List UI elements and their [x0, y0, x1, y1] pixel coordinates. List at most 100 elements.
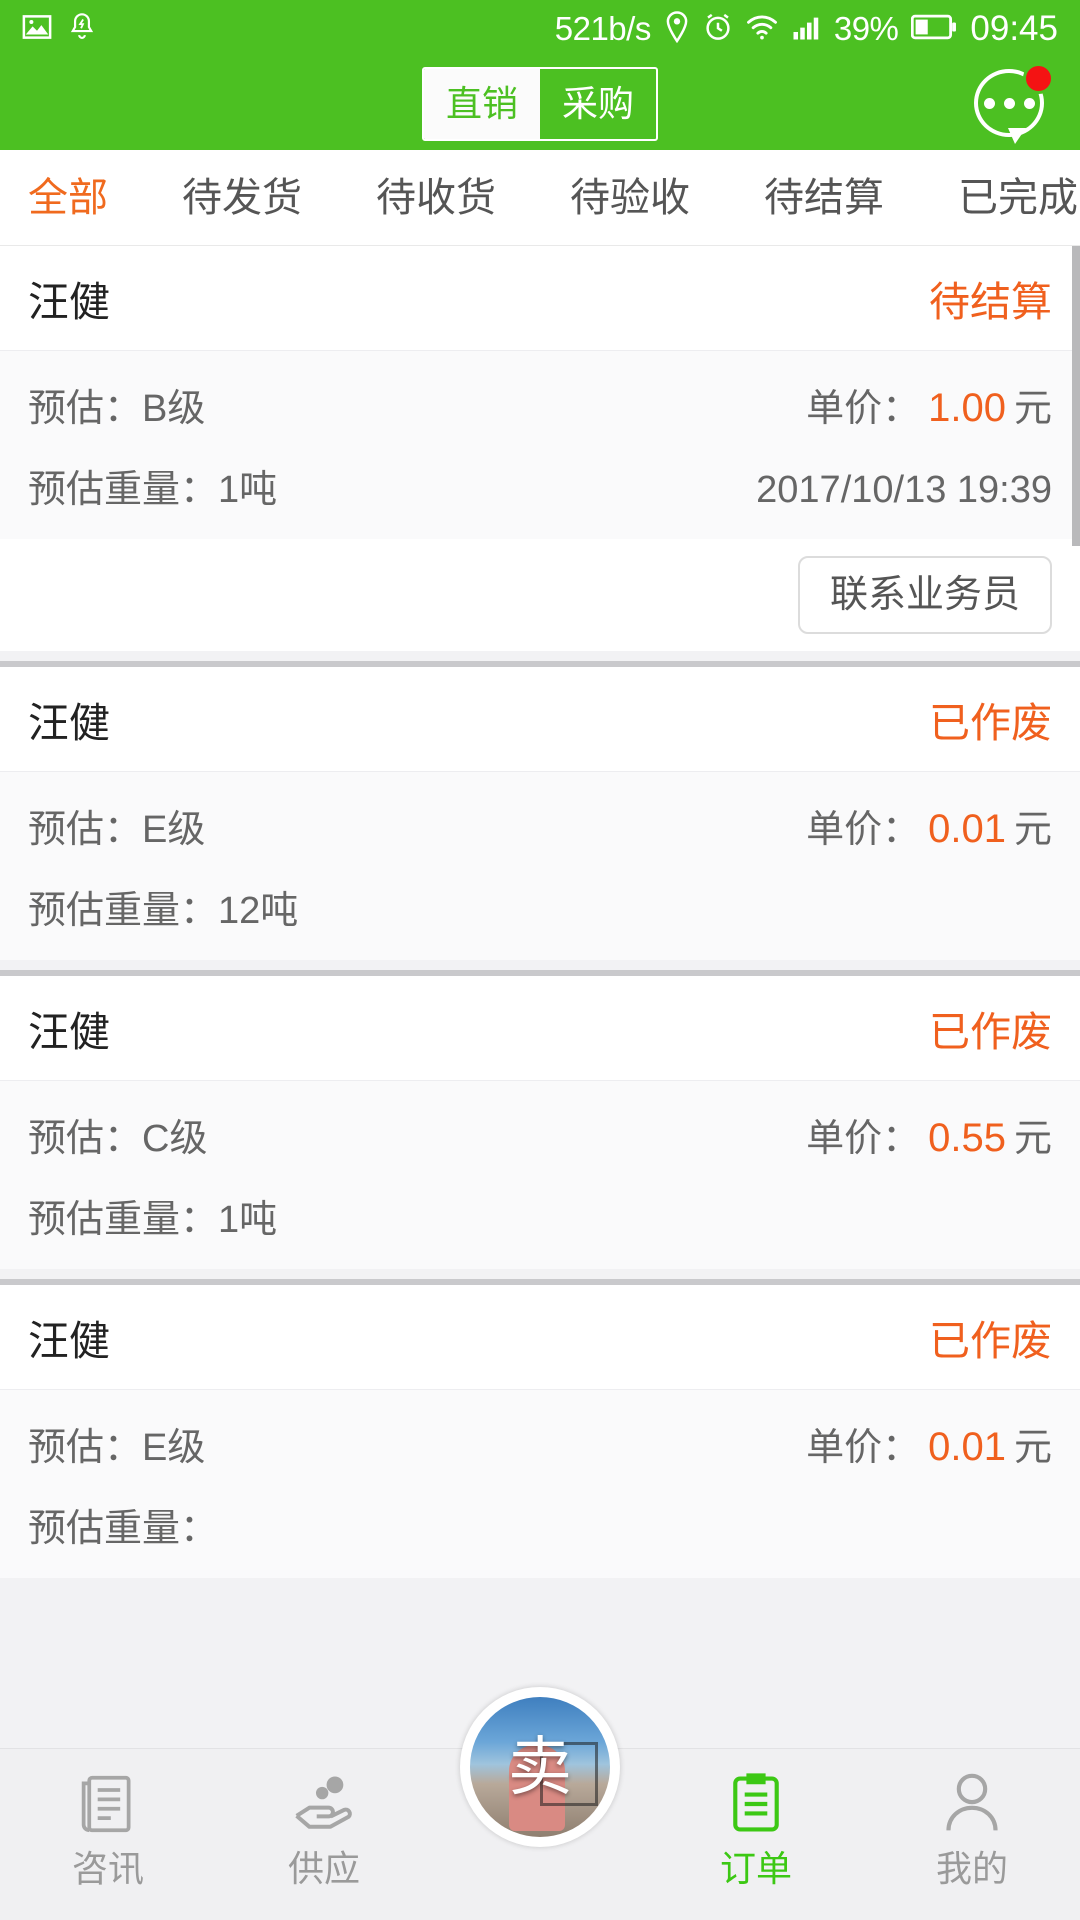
order-row-weight: 预估重量：	[28, 1497, 1052, 1552]
nav-item-orders[interactable]: 订单	[648, 1749, 864, 1887]
tab-pending-settlement[interactable]: 待结算	[764, 178, 884, 218]
order-row-grade: 预估：C级 单价： 0.55 元	[28, 1107, 1052, 1162]
weight-text: 预估重量：1吨	[28, 458, 277, 513]
price-unit: 元	[1013, 809, 1052, 851]
grade-value: E级	[142, 1427, 206, 1469]
order-card-header: 汪健 已作废	[0, 1285, 1080, 1389]
order-row-weight: 预估重量：1吨	[28, 1188, 1052, 1243]
sell-avatar-button[interactable]: 卖	[470, 1697, 610, 1837]
weight-label: 预估重量：	[28, 1508, 219, 1550]
grade-value: E级	[142, 809, 206, 851]
alarm-clock-icon	[703, 12, 733, 47]
nav-label-orders: 订单	[719, 1848, 792, 1889]
grade-value: B级	[142, 388, 206, 430]
grade-text: 预估：C级	[28, 1107, 207, 1162]
customer-name: 汪健	[28, 1009, 110, 1055]
order-card-header: 汪健 已作废	[0, 976, 1080, 1080]
weight-label: 预估重量：	[28, 469, 219, 511]
nav-label-news: 咨讯	[71, 1848, 144, 1889]
sell-button[interactable]: 卖	[460, 1687, 620, 1847]
weight-value: 1吨	[218, 469, 278, 511]
customer-name: 汪健	[28, 1318, 110, 1364]
unit-price: 单价： 1.00 元	[806, 377, 1052, 432]
price-unit: 元	[1013, 1118, 1052, 1160]
status-badge: 待结算	[929, 279, 1052, 325]
order-row-grade: 预估：E级 单价： 0.01 元	[28, 1416, 1052, 1471]
price-label: 单价：	[806, 809, 921, 851]
tab-pending-inspection[interactable]: 待验收	[570, 178, 690, 218]
scrollbar-thumb[interactable]	[1072, 246, 1080, 546]
price-label: 单价：	[806, 1118, 921, 1160]
status-badge: 已作废	[929, 1318, 1052, 1364]
contact-salesperson-button[interactable]: 联系业务员	[797, 556, 1052, 634]
mode-segmented-control[interactable]: 直销 采购	[422, 67, 658, 141]
notification-badge	[1023, 63, 1054, 94]
bottom-navigation: 咨讯 供应 卖 订单 我的	[0, 1687, 1080, 1920]
nav-item-news[interactable]: 咨讯	[0, 1749, 216, 1887]
tab-pending-receipt[interactable]: 待收货	[376, 178, 496, 218]
tab-all[interactable]: 全部	[28, 178, 108, 218]
cellular-signal-icon	[791, 12, 821, 47]
unit-price: 单价： 0.01 元	[806, 1416, 1052, 1471]
order-filter-tabs[interactable]: 全部 待发货 待收货 待验收 待结算 已完成	[0, 150, 1080, 246]
location-pin-icon	[664, 10, 690, 48]
order-row-weight: 预估重量：1吨 2017/10/13 19:39	[28, 458, 1052, 513]
unit-price: 单价： 0.01 元	[806, 798, 1052, 853]
segment-purchase[interactable]: 采购	[540, 69, 656, 139]
price-value: 0.55	[928, 1116, 1006, 1160]
order-card-header: 汪健 已作废	[0, 667, 1080, 771]
weight-text: 预估重量：	[28, 1497, 218, 1552]
price-value: 0.01	[928, 1425, 1006, 1469]
grade-label: 预估：	[28, 1118, 143, 1160]
nav-item-sell-spacer: 卖	[432, 1687, 648, 1847]
wifi-icon	[746, 13, 778, 46]
status-bar-left-icons	[22, 12, 96, 47]
price-unit: 元	[1013, 388, 1052, 430]
segment-direct-sale[interactable]: 直销	[424, 69, 540, 139]
order-card-body: 预估：C级 单价： 0.55 元 预估重量：1吨	[0, 1080, 1080, 1269]
price-label: 单价：	[806, 388, 921, 430]
grade-text: 预估：B级	[28, 377, 205, 432]
customer-name: 汪健	[28, 279, 110, 325]
network-speed-label: 521b/s	[554, 10, 652, 47]
price-value: 1.00	[928, 386, 1006, 430]
sell-label: 卖	[508, 1731, 572, 1803]
tab-completed[interactable]: 已完成	[958, 178, 1078, 218]
order-card[interactable]: 汪健 已作废 预估：C级 单价： 0.55 元 预估重量：1吨	[0, 976, 1080, 1269]
unit-price: 单价： 0.55 元	[806, 1107, 1052, 1162]
grade-label: 预估：	[28, 388, 143, 430]
user-person-icon	[943, 1771, 1001, 1837]
grade-text: 预估：E级	[28, 798, 205, 853]
image-icon	[22, 12, 52, 47]
app-root: 521b/s 39% 09:45 直销 采购 全部 待发货 待收货 待验收 待结…	[0, 0, 1080, 1920]
news-document-icon	[78, 1771, 138, 1837]
weight-value: 12吨	[218, 890, 299, 932]
nav-item-supply[interactable]: 供应	[216, 1749, 432, 1887]
chat-dot-3	[1023, 97, 1035, 109]
order-row-grade: 预估：E级 单价： 0.01 元	[28, 798, 1052, 853]
status-badge: 已作废	[929, 700, 1052, 746]
tab-pending-shipment[interactable]: 待发货	[182, 178, 302, 218]
chat-dot-2	[1003, 97, 1015, 109]
order-card[interactable]: 汪健 待结算 预估：B级 单价： 1.00 元 预估重量：1吨 2017/10/…	[0, 246, 1080, 651]
order-card[interactable]: 汪健 已作废 预估：E级 单价： 0.01 元 预估重量：12吨	[0, 667, 1080, 960]
chat-button[interactable]	[974, 63, 1054, 144]
order-card-header: 汪健 待结算	[0, 246, 1080, 350]
nav-item-mine[interactable]: 我的	[864, 1749, 1080, 1887]
price-unit: 元	[1013, 1427, 1052, 1469]
battery-icon	[911, 14, 957, 45]
order-date: 2017/10/13 19:39	[756, 469, 1052, 511]
order-card-actions: 联系业务员	[0, 539, 1080, 651]
weight-value: 1吨	[218, 1199, 278, 1241]
order-card[interactable]: 汪健 已作废 预估：E级 单价： 0.01 元 预估重量：	[0, 1285, 1080, 1578]
status-badge: 已作废	[929, 1009, 1052, 1055]
order-list[interactable]: 汪健 待结算 预估：B级 单价： 1.00 元 预估重量：1吨 2017/10/…	[0, 246, 1080, 1748]
order-card-body: 预估：E级 单价： 0.01 元 预估重量：12吨	[0, 771, 1080, 960]
grade-label: 预估：	[28, 809, 143, 851]
price-label: 单价：	[806, 1427, 921, 1469]
order-card-body: 预估：B级 单价： 1.00 元 预估重量：1吨 2017/10/13 19:3…	[0, 350, 1080, 539]
grade-label: 预估：	[28, 1427, 143, 1469]
nav-label-mine: 我的	[935, 1848, 1008, 1889]
grade-text: 预估：E级	[28, 1416, 205, 1471]
status-bar-right: 521b/s 39% 09:45	[555, 9, 1058, 49]
